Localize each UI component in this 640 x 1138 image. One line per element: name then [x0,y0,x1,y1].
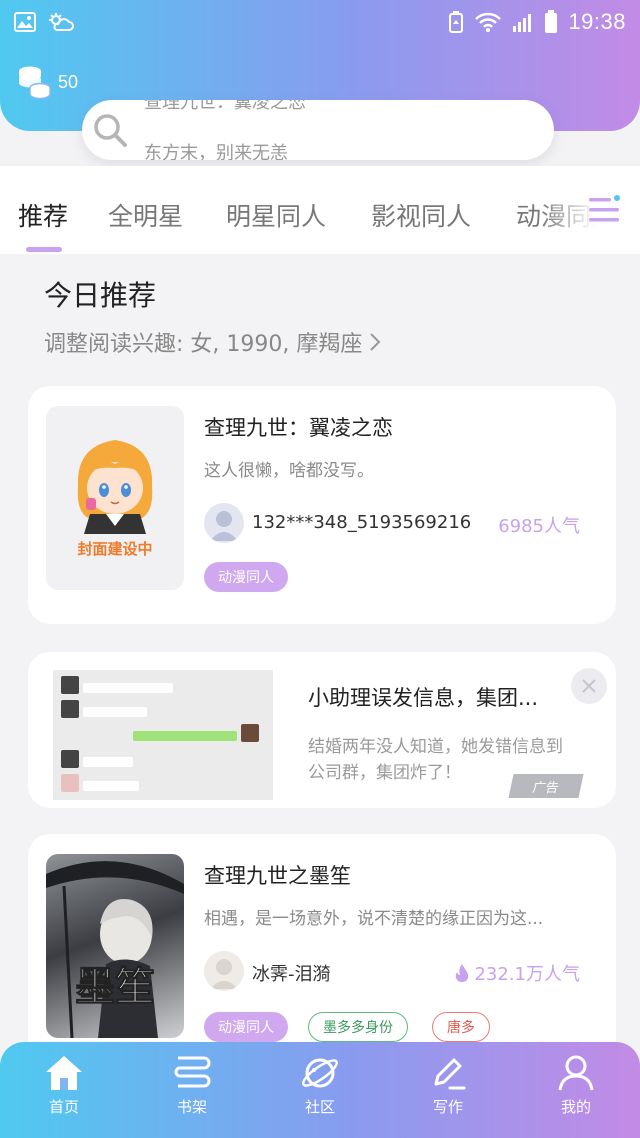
book-description: 这人很懒，啥都没写。 [204,461,374,481]
active-tab-indicator [26,247,62,252]
nav-bookshelf-label: 书架 [176,1098,207,1116]
chat-avatar [241,724,259,742]
ad-card[interactable]: 小助理误发信息，集团... 结婚两年没人知道，她发错信息到公司群，集团炸了！ 广… [28,652,616,808]
book-tag[interactable]: 动漫同人 [204,562,288,592]
coin-count: 50 [58,71,79,92]
battery-icon [545,10,558,33]
search-bar[interactable]: 查理九世：翼凌之恋 东方末，别来无恙 [82,100,554,160]
coins-icon [19,66,51,100]
ad-image [53,670,273,800]
anime-girl-icon: 封面建设中 [77,440,153,558]
nav-bookshelf[interactable]: 书架 [142,1054,242,1117]
book-tag[interactable]: 唐多 [432,1012,490,1042]
book-tag[interactable]: 动漫同人 [204,1012,288,1042]
search-icon [94,114,127,147]
tab-film-fanfic[interactable]: 影视同人 [371,197,471,233]
reading-interest-link[interactable]: 调整阅读兴趣: 女, 1990, 摩羯座 [44,326,382,358]
section-title: 今日推荐 [44,279,157,312]
popularity: 232.1万人气 [454,960,580,986]
nav-write-label: 写作 [432,1098,463,1116]
chat-bubble [83,707,147,717]
popularity-value: 232.1万人气 [474,964,580,985]
chat-bubble [83,683,173,693]
image-icon [14,12,36,32]
book-description: 相遇，是一场意外，说不清楚的缘正因为这... [204,909,544,929]
nav-write[interactable]: 写作 [398,1054,498,1117]
tab-recommend[interactable]: 推荐 [18,197,68,233]
book-tag[interactable]: 墨多多身份 [308,1012,408,1042]
ad-badge-label: 广告 [530,780,561,796]
book-title: 查理九世：翼凌之恋 [204,416,393,440]
search-hint-current: 东方末，别来无恙 [144,143,288,160]
book-card[interactable]: 封面建设中 查理九世：翼凌之恋 这人很懒，啥都没写。 132***348_519… [28,386,616,624]
home-icon [46,1056,82,1090]
status-bar: 19:38 [0,0,640,44]
author-avatar [204,503,244,543]
nav-profile[interactable]: 我的 [526,1054,626,1117]
author-avatar [204,951,244,991]
chat-avatar [61,676,79,694]
author-name: 132***348_5193569216 [252,512,472,533]
popularity-value: 6985人气 [498,516,580,537]
chat-bubble [133,731,237,741]
book-card[interactable]: 墨笙 查理九世之墨笙 相遇，是一场意外，说不清楚的缘正因为这... 冰霁-泪漪 … [28,834,616,1074]
fire-icon [456,964,469,982]
close-icon [582,679,596,693]
book-title: 查理九世之墨笙 [204,864,351,888]
ad-badge: 广告 [508,774,584,798]
chat-bubble [83,781,139,791]
popularity: 6985人气 [498,512,580,538]
reading-interest-text: 调整阅读兴趣: 女, 1990, 摩羯座 [44,332,363,357]
status-time: 19:38 [568,9,626,34]
author-name: 冰霁-泪漪 [252,964,331,985]
bookshelf-icon [174,1056,211,1088]
chat-bubble [83,757,133,767]
author-avatar-image-icon [204,951,244,991]
signal-icon [513,14,532,32]
nav-community[interactable]: 社区 [270,1054,370,1117]
book-cover-placeholder: 封面建设中 [46,406,184,590]
tab-all-stars[interactable]: 全明星 [108,197,183,233]
tab-star-fanfic[interactable]: 明星同人 [226,197,326,233]
cover-art-icon: 墨笙 [46,861,184,1038]
weather-icon [49,13,74,31]
chevron-right-icon [370,333,381,351]
nav-home-label: 首页 [48,1098,79,1116]
nav-community-label: 社区 [304,1098,335,1116]
wifi-icon [475,12,502,32]
user-icon [558,1055,594,1091]
book-cover: 墨笙 [46,854,184,1038]
ad-title: 小助理误发信息，集团... [308,686,539,710]
ad-close-button[interactable] [571,668,607,704]
battery-saver-icon [449,11,464,33]
category-menu-icon[interactable] [588,193,622,227]
pen-icon [434,1058,466,1090]
chat-avatar [61,750,79,768]
planet-icon [302,1058,338,1088]
chat-avatar [61,700,79,718]
svg-text:墨笙: 墨笙 [75,963,155,1010]
coin-balance[interactable]: 50 [16,64,78,100]
default-avatar-icon [210,511,238,541]
chat-avatar [61,774,79,792]
search-hint-previous: 查理九世：翼凌之恋 [144,100,306,113]
nav-home[interactable]: 首页 [14,1054,114,1117]
svg-text:封面建设中: 封面建设中 [77,540,152,558]
nav-profile-label: 我的 [560,1098,591,1116]
